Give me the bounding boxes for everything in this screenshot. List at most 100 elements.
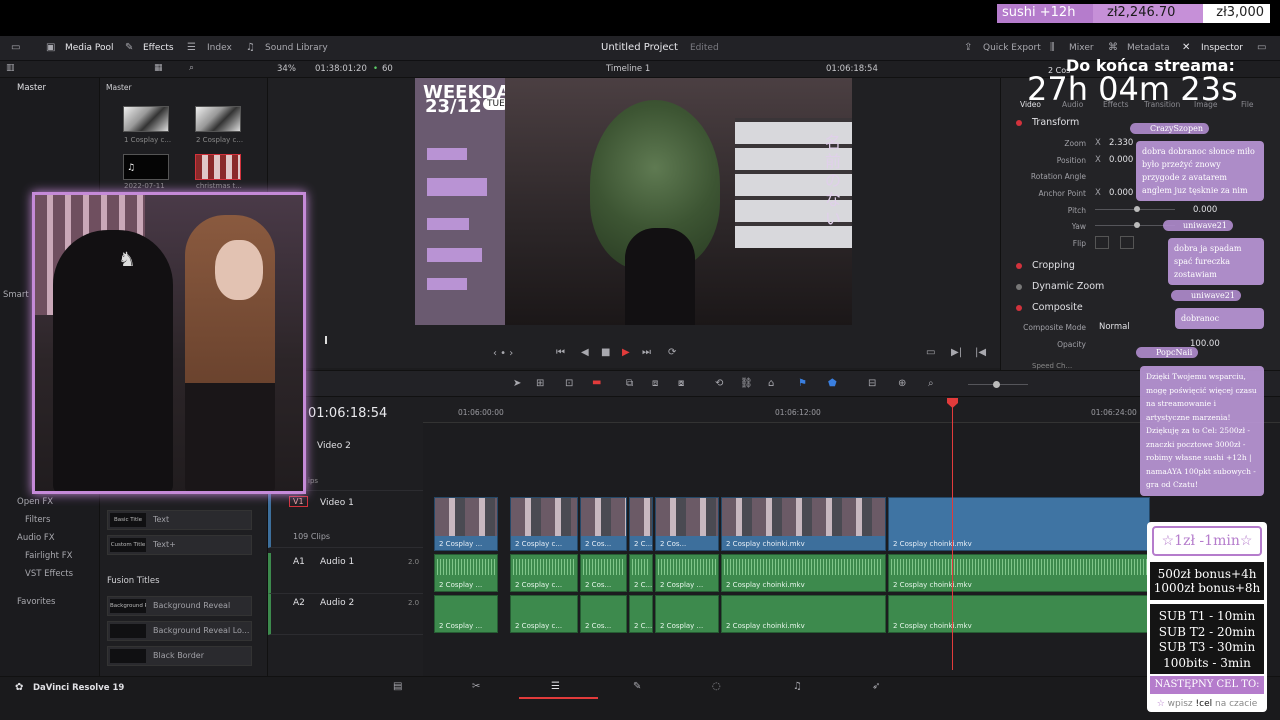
- track-name[interactable]: Video 2: [317, 441, 351, 451]
- audio-clip[interactable]: 2 Cosplay choinki.mkv: [721, 554, 886, 592]
- composite-mode-value[interactable]: Normal: [1099, 322, 1130, 332]
- inspector-button[interactable]: Inspector: [1201, 43, 1243, 53]
- media-thumbnail[interactable]: [195, 154, 241, 180]
- vst-effects-item[interactable]: VST Effects: [25, 569, 73, 579]
- sound-library-button[interactable]: Sound Library: [265, 43, 328, 53]
- track-id[interactable]: A1: [293, 557, 305, 567]
- panel-toggle-icon[interactable]: ▥: [6, 63, 15, 73]
- section-cropping[interactable]: Cropping: [1032, 260, 1075, 271]
- audio-fx-item[interactable]: Audio FX: [17, 533, 55, 543]
- deliver-page-icon[interactable]: ➶: [872, 681, 880, 692]
- fullscreen-icon[interactable]: ▭: [926, 347, 935, 358]
- audio-clip[interactable]: 2 Cosplay choinki.mkv: [721, 595, 886, 633]
- stop-icon[interactable]: ■: [601, 347, 610, 358]
- section-speed[interactable]: Speed Ch...: [1032, 362, 1072, 370]
- flag-icon[interactable]: ⚑: [798, 378, 807, 389]
- track-name[interactable]: Audio 2: [320, 598, 354, 608]
- zoom-slider-handle[interactable]: [993, 381, 1000, 388]
- track-name[interactable]: Audio 1: [320, 557, 354, 567]
- track-name[interactable]: Video 1: [320, 498, 354, 508]
- replace-clip-icon[interactable]: ⧇: [678, 378, 684, 389]
- trim-tool-icon[interactable]: ⊞: [536, 378, 544, 389]
- blade-tool-icon[interactable]: ▬: [592, 377, 601, 388]
- prev-frame-icon[interactable]: |◀: [975, 347, 986, 358]
- cut-page-icon[interactable]: ✂: [472, 681, 480, 692]
- index-button[interactable]: Index: [207, 43, 232, 53]
- flip-horizontal-icon[interactable]: [1095, 236, 1109, 249]
- skip-start-icon[interactable]: ⏮: [556, 347, 565, 358]
- track-id[interactable]: A2: [293, 598, 305, 608]
- snapping-icon[interactable]: ⟲: [715, 378, 723, 389]
- open-fx-item[interactable]: Open FX: [17, 497, 53, 507]
- fairlight-fx-item[interactable]: Fairlight FX: [25, 551, 72, 561]
- audio-clip[interactable]: 2 Cosplay ...: [434, 595, 498, 633]
- audio-clip[interactable]: 2 Cos...: [580, 595, 627, 633]
- fusion-page-icon[interactable]: ✎: [633, 681, 641, 692]
- color-page-icon[interactable]: ◌: [712, 681, 721, 692]
- filters-item[interactable]: Filters: [25, 515, 50, 525]
- inspector-icon[interactable]: ✕: [1182, 42, 1190, 53]
- loop-icon[interactable]: ⟳: [668, 347, 676, 358]
- section-composite[interactable]: Composite: [1032, 302, 1083, 313]
- video-clip[interactable]: 2 Cos...: [580, 497, 627, 551]
- mixer-button[interactable]: Mixer: [1069, 43, 1094, 53]
- zoom-full-icon[interactable]: ⊟: [868, 378, 876, 389]
- favorites-item[interactable]: Favorites: [17, 597, 55, 607]
- effects-button[interactable]: Effects: [143, 43, 174, 53]
- section-transform[interactable]: Transform: [1032, 117, 1079, 128]
- pitch-slider-handle[interactable]: [1134, 206, 1140, 212]
- effects-icon[interactable]: ✎: [125, 42, 133, 53]
- transform-enable-icon[interactable]: [1016, 120, 1022, 126]
- audio-clip[interactable]: 2 Cos...: [580, 554, 627, 592]
- zoom-value[interactable]: 2.330: [1109, 138, 1133, 148]
- fusion-titles-header[interactable]: Fusion Titles: [107, 576, 160, 586]
- fusion-title-item[interactable]: Black Border: [107, 646, 252, 666]
- audio-clip[interactable]: 2 C...: [629, 554, 653, 592]
- lock-icon[interactable]: ⌂: [768, 378, 774, 389]
- scrub-handle[interactable]: [325, 336, 327, 344]
- fairlight-page-icon[interactable]: ♫: [793, 681, 802, 692]
- position-value[interactable]: 0.000: [1109, 155, 1133, 165]
- fusion-title-item[interactable]: Background Reveal Lo...: [107, 621, 252, 641]
- video-clip[interactable]: 2 C...: [629, 497, 653, 551]
- yaw-slider-handle[interactable]: [1134, 222, 1140, 228]
- grid-view-icon[interactable]: ▦: [154, 63, 163, 73]
- title-item[interactable]: Custom Title Text+: [107, 535, 252, 555]
- master-bin[interactable]: Master: [17, 83, 46, 93]
- zoom-custom-icon[interactable]: ⌕: [928, 378, 934, 389]
- pitch-value[interactable]: 0.000: [1193, 205, 1217, 215]
- skip-end-icon[interactable]: ⏭: [642, 347, 651, 358]
- composite-enable-icon[interactable]: [1016, 305, 1022, 311]
- video-clip[interactable]: 2 Cosplay choinki.mkv: [721, 497, 886, 551]
- flip-vertical-icon[interactable]: [1120, 236, 1134, 249]
- viewer-frame[interactable]: WEEKDAY 23/12 TUE 名前のない: [415, 78, 852, 325]
- audio-clip[interactable]: 2 Cosplay ...: [655, 554, 719, 592]
- media-thumbnail[interactable]: [123, 106, 169, 132]
- video-clip[interactable]: 2 Cosplay choinki.mkv: [888, 497, 1150, 551]
- title-item[interactable]: Basic Title Text: [107, 510, 252, 530]
- audio-clip[interactable]: 2 Cosplay ...: [434, 554, 498, 592]
- playhead[interactable]: [952, 400, 953, 670]
- insert-clip-icon[interactable]: ⧉: [626, 378, 633, 389]
- media-thumbnail[interactable]: [195, 106, 241, 132]
- audio-clip[interactable]: 2 C...: [629, 595, 653, 633]
- metadata-icon[interactable]: ⌘: [1108, 42, 1118, 53]
- play-icon[interactable]: ▶: [622, 347, 630, 358]
- audio-clip[interactable]: 2 Cosplay c...: [510, 554, 578, 592]
- export-icon[interactable]: ⇪: [964, 42, 972, 53]
- audio-thumbnail[interactable]: ♫: [123, 154, 169, 180]
- zoom-detail-icon[interactable]: ⊕: [898, 378, 906, 389]
- video-clip[interactable]: 2 Cosplay c...: [510, 497, 578, 551]
- quick-export-button[interactable]: Quick Export: [983, 43, 1041, 53]
- anchor-value[interactable]: 0.000: [1109, 188, 1133, 198]
- monitor-icon[interactable]: ▭: [11, 42, 20, 53]
- link-icon[interactable]: ⛓: [740, 378, 753, 389]
- expand-icon[interactable]: ▭: [1257, 42, 1266, 53]
- fusion-title-item[interactable]: Background Reveal Background Reveal: [107, 596, 252, 616]
- cropping-enable-icon[interactable]: [1016, 263, 1022, 269]
- viewer-zoom[interactable]: 34%: [277, 64, 296, 74]
- edit-page-tab[interactable]: ☰: [519, 677, 598, 699]
- mixer-icon[interactable]: ⫼: [1050, 42, 1055, 53]
- audio-clip[interactable]: 2 Cosplay c...: [510, 595, 578, 633]
- select-tool-icon[interactable]: ➤: [513, 378, 521, 389]
